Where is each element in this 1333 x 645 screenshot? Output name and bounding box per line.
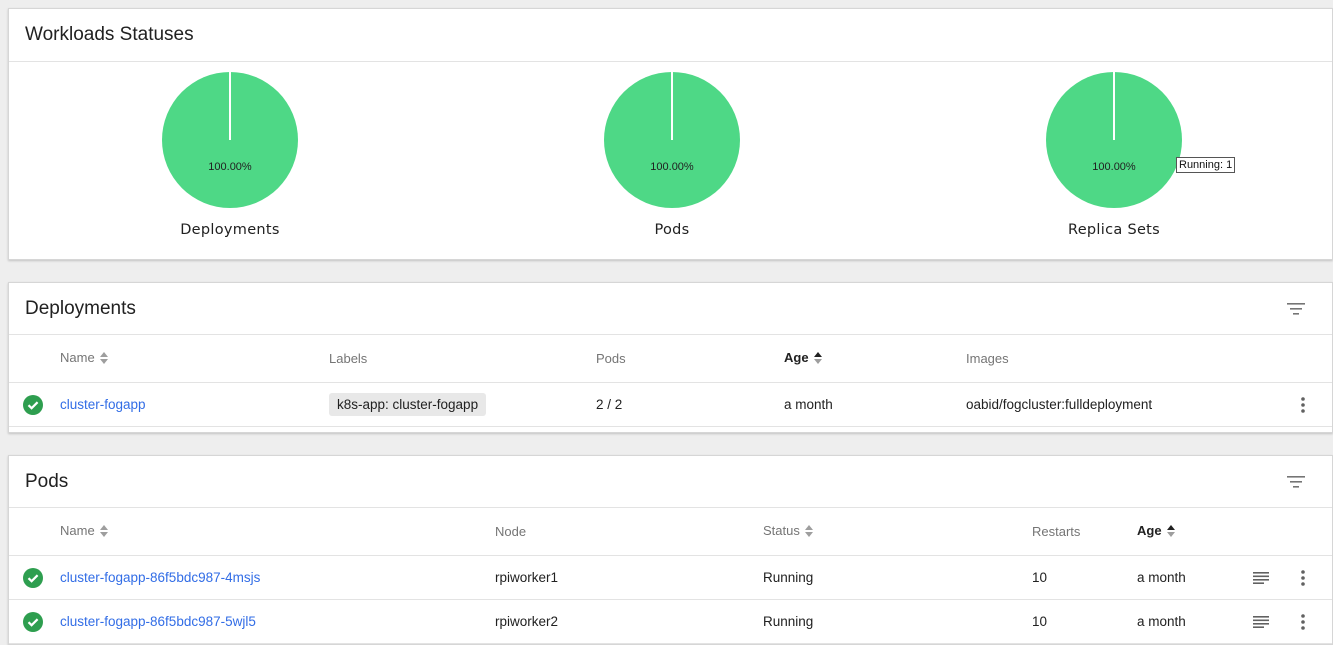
pods-table: Name Node Status Restarts Age cluster-fo… xyxy=(9,508,1332,644)
chart-label: Replica Sets xyxy=(1067,222,1161,238)
filter-icon[interactable] xyxy=(1284,470,1308,494)
pod-node: rpiworker2 xyxy=(495,614,559,629)
pie-percent-label: 100.00% xyxy=(1092,161,1136,173)
filter-icon[interactable] xyxy=(1284,297,1308,321)
chart-tooltip: Running: 1 xyxy=(1176,157,1236,173)
column-header-labels: Labels xyxy=(329,351,368,366)
workloads-statuses-card: Workloads Statuses 100.00% Deployments 1… xyxy=(8,8,1333,260)
more-vert-icon[interactable] xyxy=(1291,566,1315,590)
table-header: Name Labels Pods Age Images xyxy=(9,335,1332,383)
pod-status: Running xyxy=(763,570,814,585)
logs-icon[interactable] xyxy=(1249,610,1273,634)
table-row: cluster-fogapp k8s-app: cluster-fogapp 2… xyxy=(9,383,1332,427)
column-header-restarts: Restarts xyxy=(1032,524,1081,539)
deployments-header: Deployments xyxy=(9,283,1332,335)
deployment-age: a month xyxy=(784,397,833,412)
check-circle-icon xyxy=(23,394,43,415)
pods-header: Pods xyxy=(9,456,1332,508)
more-vert-icon[interactable] xyxy=(1291,610,1315,634)
column-header-name[interactable]: Name xyxy=(60,523,109,539)
pie-percent-label: 100.00% xyxy=(208,161,252,173)
column-header-status[interactable]: Status xyxy=(763,523,814,539)
replica-sets-pie[interactable]: 100.00% xyxy=(1044,70,1184,210)
pod-status: Running xyxy=(763,614,814,629)
pod-age: a month xyxy=(1137,614,1186,629)
table-header: Name Node Status Restarts Age xyxy=(9,508,1332,556)
logs-icon[interactable] xyxy=(1249,566,1273,590)
sort-icon[interactable] xyxy=(804,524,814,540)
pod-node: rpiworker1 xyxy=(495,570,559,585)
pod-name-link[interactable]: cluster-fogapp-86f5bdc987-5wjl5 xyxy=(60,614,256,629)
pod-age: a month xyxy=(1137,570,1186,585)
pods-card: Pods Name Node Status Restarts Age clust… xyxy=(8,455,1333,645)
pods-count: 2 / 2 xyxy=(596,397,623,412)
sort-icon[interactable] xyxy=(813,351,823,367)
workloads-title: Workloads Statuses xyxy=(25,24,194,45)
column-header-age[interactable]: Age xyxy=(1137,523,1176,539)
deployments-chart[interactable]: 100.00% Deployments xyxy=(90,70,370,238)
check-circle-icon xyxy=(23,567,43,588)
column-header-name[interactable]: Name xyxy=(60,350,109,366)
pods-chart[interactable]: 100.00% Pods xyxy=(532,70,812,238)
pod-restarts: 10 xyxy=(1032,570,1048,585)
deployments-table: Name Labels Pods Age Images cluster-foga… xyxy=(9,335,1332,427)
label-chip: k8s-app: cluster-fogapp xyxy=(329,393,487,416)
chart-label: Pods xyxy=(654,222,690,238)
more-vert-icon[interactable] xyxy=(1291,393,1315,417)
deployment-name-link[interactable]: cluster-fogapp xyxy=(60,397,146,412)
chart-label: Deployments xyxy=(180,222,280,238)
sort-icon[interactable] xyxy=(99,351,109,367)
workloads-header: Workloads Statuses xyxy=(9,9,1332,62)
pie-percent-label: 100.00% xyxy=(650,161,694,173)
deployments-card: Deployments Name Labels Pods Age Images … xyxy=(8,282,1333,433)
deployments-pie[interactable]: 100.00% xyxy=(160,70,300,210)
replica-sets-chart[interactable]: 100.00% Replica Sets xyxy=(974,70,1254,238)
deployment-image: oabid/fogcluster:fulldeployment xyxy=(966,397,1153,412)
column-header-age[interactable]: Age xyxy=(784,350,823,366)
pod-name-link[interactable]: cluster-fogapp-86f5bdc987-4msjs xyxy=(60,570,260,585)
table-row: cluster-fogapp-86f5bdc987-5wjl5 rpiworke… xyxy=(9,600,1332,644)
sort-icon[interactable] xyxy=(99,524,109,540)
pod-restarts: 10 xyxy=(1032,614,1048,629)
check-circle-icon xyxy=(23,611,43,632)
deployments-title: Deployments xyxy=(25,297,136,319)
table-row: cluster-fogapp-86f5bdc987-4msjs rpiworke… xyxy=(9,556,1332,600)
sort-icon[interactable] xyxy=(1166,524,1176,540)
column-header-node: Node xyxy=(495,524,527,539)
column-header-images: Images xyxy=(966,351,1009,366)
pods-title: Pods xyxy=(25,470,69,492)
workloads-charts: 100.00% Deployments 100.00% Pods 100.00%… xyxy=(9,62,1332,260)
column-header-pods: Pods xyxy=(596,351,626,366)
pods-pie[interactable]: 100.00% xyxy=(602,70,742,210)
